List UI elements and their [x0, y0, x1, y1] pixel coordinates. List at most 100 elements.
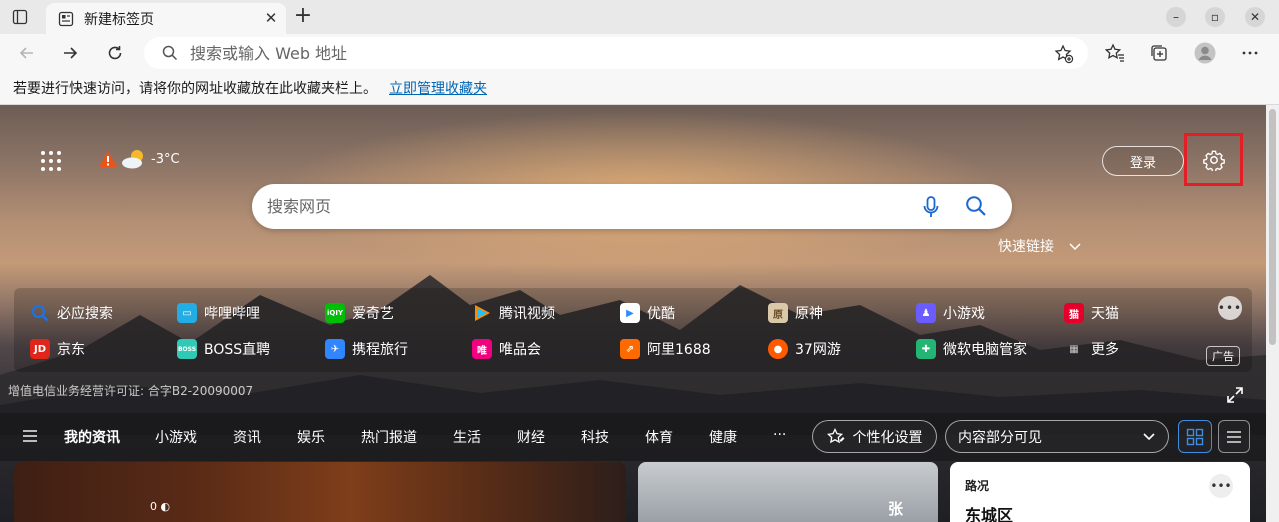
feed-card-video[interactable]: 0 ◐ — [14, 462, 626, 522]
personalize-button[interactable]: 个性化设置 — [812, 420, 937, 453]
quick-link-label: 京东 — [57, 342, 85, 358]
alibaba-1688-icon: ⇗ — [620, 339, 640, 359]
favorites-icon — [1105, 43, 1124, 62]
address-bar[interactable] — [144, 37, 1088, 69]
address-input[interactable] — [190, 43, 1010, 63]
feed-tab-entertainment[interactable]: 娱乐 — [297, 427, 325, 447]
more-horizontal-icon — [1242, 51, 1258, 55]
license-text: 增值电信业务经营许可证: 合字B2-20090007 — [8, 384, 254, 398]
favorites-bar: 若要进行快速访问，请将你的网址收藏放在此收藏夹栏上。 立即管理收藏夹 — [0, 72, 1279, 105]
mini-games-icon: ♟ — [916, 303, 936, 323]
weather-temperature: -3°C — [151, 151, 180, 167]
voice-search-button[interactable] — [920, 195, 942, 219]
page-settings-button[interactable] — [1184, 133, 1243, 186]
quick-link-label: 唯品会 — [499, 342, 541, 358]
search-submit-button[interactable] — [965, 195, 989, 219]
traffic-card-more-button[interactable]: ••• — [1209, 474, 1233, 498]
settings-and-more-button[interactable] — [1238, 41, 1262, 65]
more-apps-icon: ▦ — [1069, 343, 1079, 355]
hamburger-icon — [23, 430, 37, 442]
traffic-card[interactable]: 路况 东城区 ••• — [950, 462, 1250, 522]
arrow-right-icon — [64, 47, 78, 59]
feed-tab-tech[interactable]: 科技 — [581, 427, 609, 447]
page-scrollbar[interactable] — [1266, 105, 1279, 522]
minimize-button[interactable]: – — [1166, 7, 1186, 27]
profile-button[interactable] — [1193, 41, 1217, 65]
navigation-bar — [0, 34, 1279, 72]
quick-link-ctrip[interactable]: ✈ 携程旅行 — [325, 337, 408, 361]
collections-button[interactable] — [1147, 41, 1171, 65]
forward-button[interactable] — [58, 41, 82, 65]
web-search-input[interactable] — [267, 197, 887, 216]
new-tab-button[interactable]: + — [292, 5, 314, 28]
partly-cloudy-icon — [122, 150, 143, 169]
refresh-button[interactable] — [103, 41, 127, 65]
app-launcher-button[interactable] — [40, 150, 62, 172]
content-visibility-value: 内容部分可见 — [958, 429, 1042, 446]
feed-tab-sports[interactable]: 体育 — [645, 427, 673, 447]
quick-link-tencent-video[interactable]: 腾讯视频 — [472, 301, 555, 325]
close-tab-icon[interactable]: ✕ — [264, 11, 278, 26]
quick-links-options-button[interactable]: ••• — [1218, 296, 1242, 320]
scrollbar-thumb[interactable] — [1269, 109, 1276, 345]
tab-actions-icon — [12, 9, 28, 25]
traffic-card-label: 路况 — [965, 479, 990, 493]
feed-tab-lifestyle[interactable]: 生活 — [453, 427, 481, 447]
quick-links-toggle[interactable]: 快速链接 — [998, 236, 1082, 256]
quick-link-bilibili[interactable]: ▭ 哔哩哔哩 — [177, 301, 260, 325]
feed-tab-finance[interactable]: 财经 — [517, 427, 545, 447]
quick-link-mini-games[interactable]: ♟ 小游戏 — [916, 301, 985, 325]
feed-tab-games[interactable]: 小游戏 — [155, 427, 197, 447]
quick-link-vipshop[interactable]: 唯唯品会 — [472, 337, 541, 361]
feed-tab-news[interactable]: 资讯 — [233, 427, 261, 447]
quick-link-genshin[interactable]: 原原神 — [768, 301, 823, 325]
web-search-box[interactable] — [252, 184, 1012, 229]
favorites-button[interactable] — [1103, 41, 1127, 65]
bilibili-icon: ▭ — [177, 303, 197, 323]
quick-link-boss-zhipin[interactable]: BOSS BOSS直聘 — [177, 337, 270, 361]
grid-layout-button[interactable] — [1178, 420, 1212, 453]
quick-link-jd[interactable]: JD 京东 — [30, 337, 85, 361]
vipshop-icon: 唯 — [472, 339, 492, 359]
quick-link-iqiyi[interactable]: iQIY 爱奇艺 — [325, 301, 394, 325]
quick-link-youku[interactable]: ▶ 优酷 — [620, 301, 675, 325]
feed-tab-health[interactable]: 健康 — [709, 427, 737, 447]
add-favorite-icon[interactable] — [1054, 44, 1074, 64]
tab-title: 新建标签页 — [84, 11, 154, 28]
youku-icon: ▶ — [620, 303, 640, 323]
restore-button[interactable]: ▫ — [1205, 7, 1225, 27]
quick-link-37-games[interactable]: ● 37网游 — [768, 337, 841, 361]
app-grid-icon — [41, 151, 61, 171]
quick-link-label: 37网游 — [795, 342, 841, 358]
back-button[interactable] — [15, 41, 39, 65]
pc-manager-icon: ✚ — [916, 339, 936, 359]
boss-zhipin-icon: BOSS — [177, 339, 197, 359]
content-visibility-select[interactable]: 内容部分可见 — [945, 420, 1169, 453]
quick-links-label: 快速链接 — [998, 239, 1054, 255]
quick-link-label: 哔哩哔哩 — [204, 306, 260, 322]
login-button[interactable]: 登录 — [1102, 146, 1184, 176]
feed-tab-my-feed[interactable]: 我的资讯 — [64, 427, 120, 447]
manage-favorites-link[interactable]: 立即管理收藏夹 — [389, 78, 487, 98]
gear-icon — [1202, 150, 1225, 171]
tab-actions-button[interactable] — [10, 7, 30, 27]
quick-link-bing[interactable]: 必应搜索 — [30, 301, 113, 325]
feed-card-news[interactable]: 张 — [638, 462, 938, 522]
list-layout-button[interactable] — [1218, 420, 1250, 453]
quick-link-more[interactable]: ▦ 更多 — [1064, 337, 1119, 361]
feed-tab-more[interactable]: ··· — [773, 427, 786, 443]
quick-link-alibaba-1688[interactable]: ⇗ 阿里1688 — [620, 337, 711, 361]
close-window-button[interactable]: ✕ — [1245, 7, 1265, 27]
tencent-video-icon — [472, 303, 492, 323]
weather-widget[interactable]: -3°C — [98, 148, 180, 170]
tab-new-tab[interactable]: 新建标签页 ✕ — [46, 3, 286, 34]
traffic-district: 东城区 — [965, 506, 1014, 522]
chevron-down-icon — [1143, 433, 1155, 441]
quick-link-tmall[interactable]: 猫天猫 — [1064, 301, 1119, 325]
quick-link-label: 携程旅行 — [352, 342, 408, 358]
quick-link-pc-manager[interactable]: ✚ 微软电脑管家 — [916, 337, 1027, 361]
feed-tab-trending[interactable]: 热门报道 — [361, 427, 417, 447]
expand-background-button[interactable] — [1226, 386, 1244, 404]
feed-menu-button[interactable] — [22, 429, 38, 443]
quick-link-label: 原神 — [795, 306, 823, 322]
